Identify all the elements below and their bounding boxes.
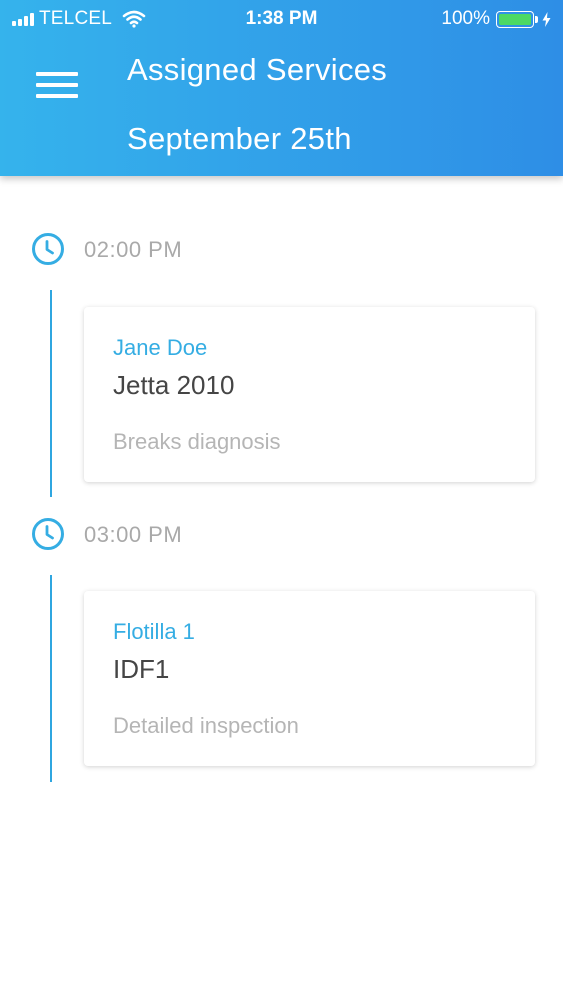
charging-icon [542, 11, 551, 27]
battery-tip [535, 15, 538, 23]
timeline-line [50, 575, 52, 782]
battery-icon [496, 10, 534, 28]
slot-time: 02:00 PM [84, 237, 183, 262]
hamburger-menu-icon[interactable] [36, 72, 78, 100]
clock-icon [32, 233, 64, 265]
service-type: Breaks diagnosis [113, 429, 281, 454]
battery-percentage: 100% [441, 8, 490, 29]
status-bar: TELCEL 1:38 PM 100% [0, 0, 563, 38]
page-date: September 25th [127, 121, 352, 156]
service-card[interactable]: Jane Doe Jetta 2010 Breaks diagnosis [84, 307, 535, 482]
battery-level [499, 13, 531, 25]
slot-time: 03:00 PM [84, 522, 183, 547]
app-header: TELCEL 1:38 PM 100% Assigned Services Se… [0, 0, 563, 176]
status-right: 100% [441, 8, 551, 30]
client-name: Flotilla 1 [113, 619, 195, 644]
client-name: Jane Doe [113, 335, 208, 360]
page-title: Assigned Services [127, 52, 388, 87]
service-type: Detailed inspection [113, 713, 299, 738]
clock-icon [32, 518, 64, 550]
vehicle-name: Jetta 2010 [113, 370, 235, 400]
timeline-line [50, 290, 52, 497]
service-card[interactable]: Flotilla 1 IDF1 Detailed inspection [84, 591, 535, 766]
vehicle-name: IDF1 [113, 654, 170, 684]
